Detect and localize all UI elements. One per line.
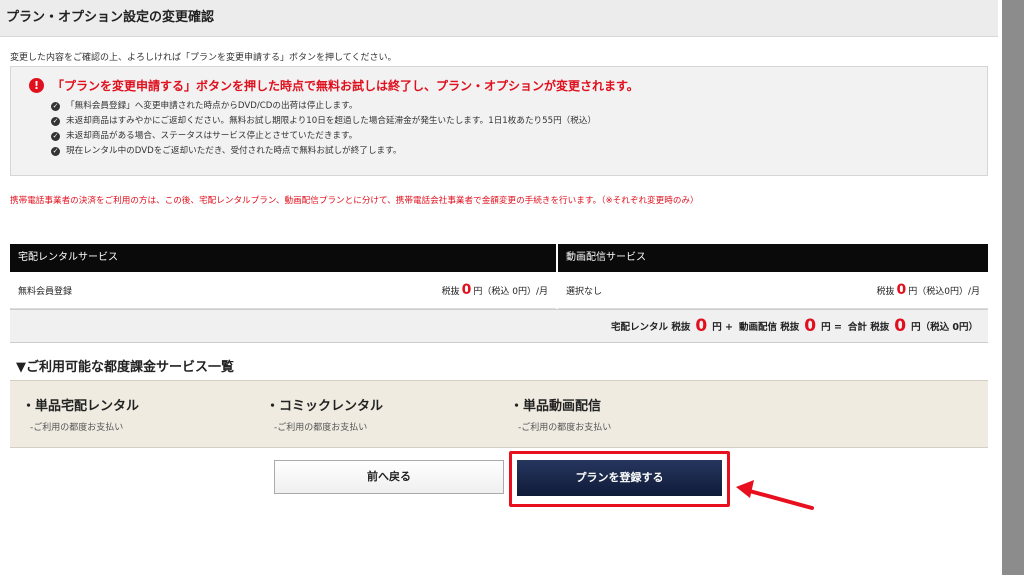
check-circle-icon: ✓: [51, 147, 60, 156]
notice-list: ✓ 「無料会員登録」へ変更申請された時点からDVD/CDの出荷は停止します。 ✓ 未…: [51, 99, 596, 159]
rental-price: 税抜 0 円（税込 0円）/月: [441, 282, 548, 298]
total-equals: 円 =: [821, 322, 842, 333]
register-plan-button[interactable]: プランを登録する: [517, 460, 722, 496]
intro-text: 変更した内容をご確認の上、よろしければ「プランを変更申請する」ボタンを押してくだ…: [10, 53, 397, 63]
back-button[interactable]: 前へ戻る: [274, 460, 504, 494]
rental-plan-name: 無料会員登録: [18, 286, 73, 297]
notice-item: ✓ 未返却商品はすみやかにご返却ください。無料お試し期限より10日を超過した場合延…: [51, 116, 597, 126]
streaming-service-header: 動画配信サービス: [558, 244, 988, 272]
streaming-service-row: 選択なし 税抜 0 円（税込0円）/月: [558, 272, 988, 309]
rental-service-header: 宅配レンタルサービス: [10, 244, 556, 272]
check-circle-icon: ✓: [51, 132, 60, 141]
notice-heading-text: 「プランを変更申請する」ボタンを押した時点で無料お試しは終了し、プラン・オプショ…: [52, 79, 639, 93]
ppv-item-streaming: ・単品動画配信 -ご利用の都度お支払い: [510, 399, 612, 433]
warning-icon: !: [29, 78, 44, 93]
total-rental-value: 0: [695, 316, 708, 336]
ppv-service-list: ・単品宅配レンタル -ご利用の都度お支払い ・コミックレンタル -ご利用の都度お…: [10, 380, 988, 448]
total-rental-label: 宅配レンタル 税抜: [611, 322, 691, 333]
notice-item: ✓ 現在レンタル中のDVDをご返却いただき、受付された時点で無料お試しが終了します…: [51, 146, 402, 156]
streaming-price: 税抜 0 円（税込0円）/月: [876, 282, 980, 298]
notice-heading: ! 「プランを変更申請する」ボタンを押した時点で無料お試しは終了し、プラン・オプ…: [29, 77, 639, 94]
page-title: プラン・オプション設定の変更確認: [6, 10, 215, 25]
notice-item: ✓ 「無料会員登録」へ変更申請された時点からDVD/CDの出荷は停止します。: [51, 101, 358, 111]
total-label: 合計 税抜: [847, 322, 890, 333]
rental-service-row: 無料会員登録 税抜 0 円（税込 0円）/月: [10, 272, 556, 309]
total-streaming-label: 動画配信 税抜: [738, 322, 800, 333]
total-value: 0: [894, 316, 907, 336]
total-summary: 宅配レンタル 税抜 0 円 + 動画配信 税抜 0 円 = 合計 税抜 0 円（…: [10, 309, 988, 343]
check-circle-icon: ✓: [51, 117, 60, 126]
check-circle-icon: ✓: [51, 102, 60, 111]
total-plus: 円 +: [712, 322, 733, 333]
pointer-arrow-icon: [736, 480, 814, 510]
notice-box: ! 「プランを変更申請する」ボタンを押した時点で無料お試しは終了し、プラン・オプ…: [10, 66, 988, 176]
rental-service-panel: 宅配レンタルサービス 無料会員登録 税抜 0 円（税込 0円）/月: [10, 244, 556, 309]
ppv-item-comic: ・コミックレンタル -ご利用の都度お支払い: [266, 399, 384, 433]
scrollbar[interactable]: [1002, 0, 1024, 575]
plan-change-page: プラン・オプション設定の変更確認 変更した内容をご確認の上、よろしければ「プラン…: [0, 0, 1000, 575]
total-streaming-value: 0: [804, 316, 817, 336]
streaming-service-panel: 動画配信サービス 選択なし 税抜 0 円（税込0円）/月: [558, 244, 988, 309]
ppv-item-rental: ・単品宅配レンタル -ご利用の都度お支払い: [22, 399, 140, 433]
title-bar: プラン・オプション設定の変更確認: [0, 0, 998, 37]
total-suffix: 円（税込 0円）: [911, 322, 978, 333]
carrier-note: 携帯電話事業者の決済をご利用の方は、この後、宅配レンタルプラン、動画配信プランと…: [10, 196, 699, 206]
ppv-section-title: ▼ご利用可能な都度課金サービス一覧: [16, 360, 234, 375]
streaming-plan-name: 選択なし: [566, 286, 603, 297]
notice-item: ✓ 未返却商品がある場合、ステータスはサービス停止とさせていただきます。: [51, 131, 358, 141]
